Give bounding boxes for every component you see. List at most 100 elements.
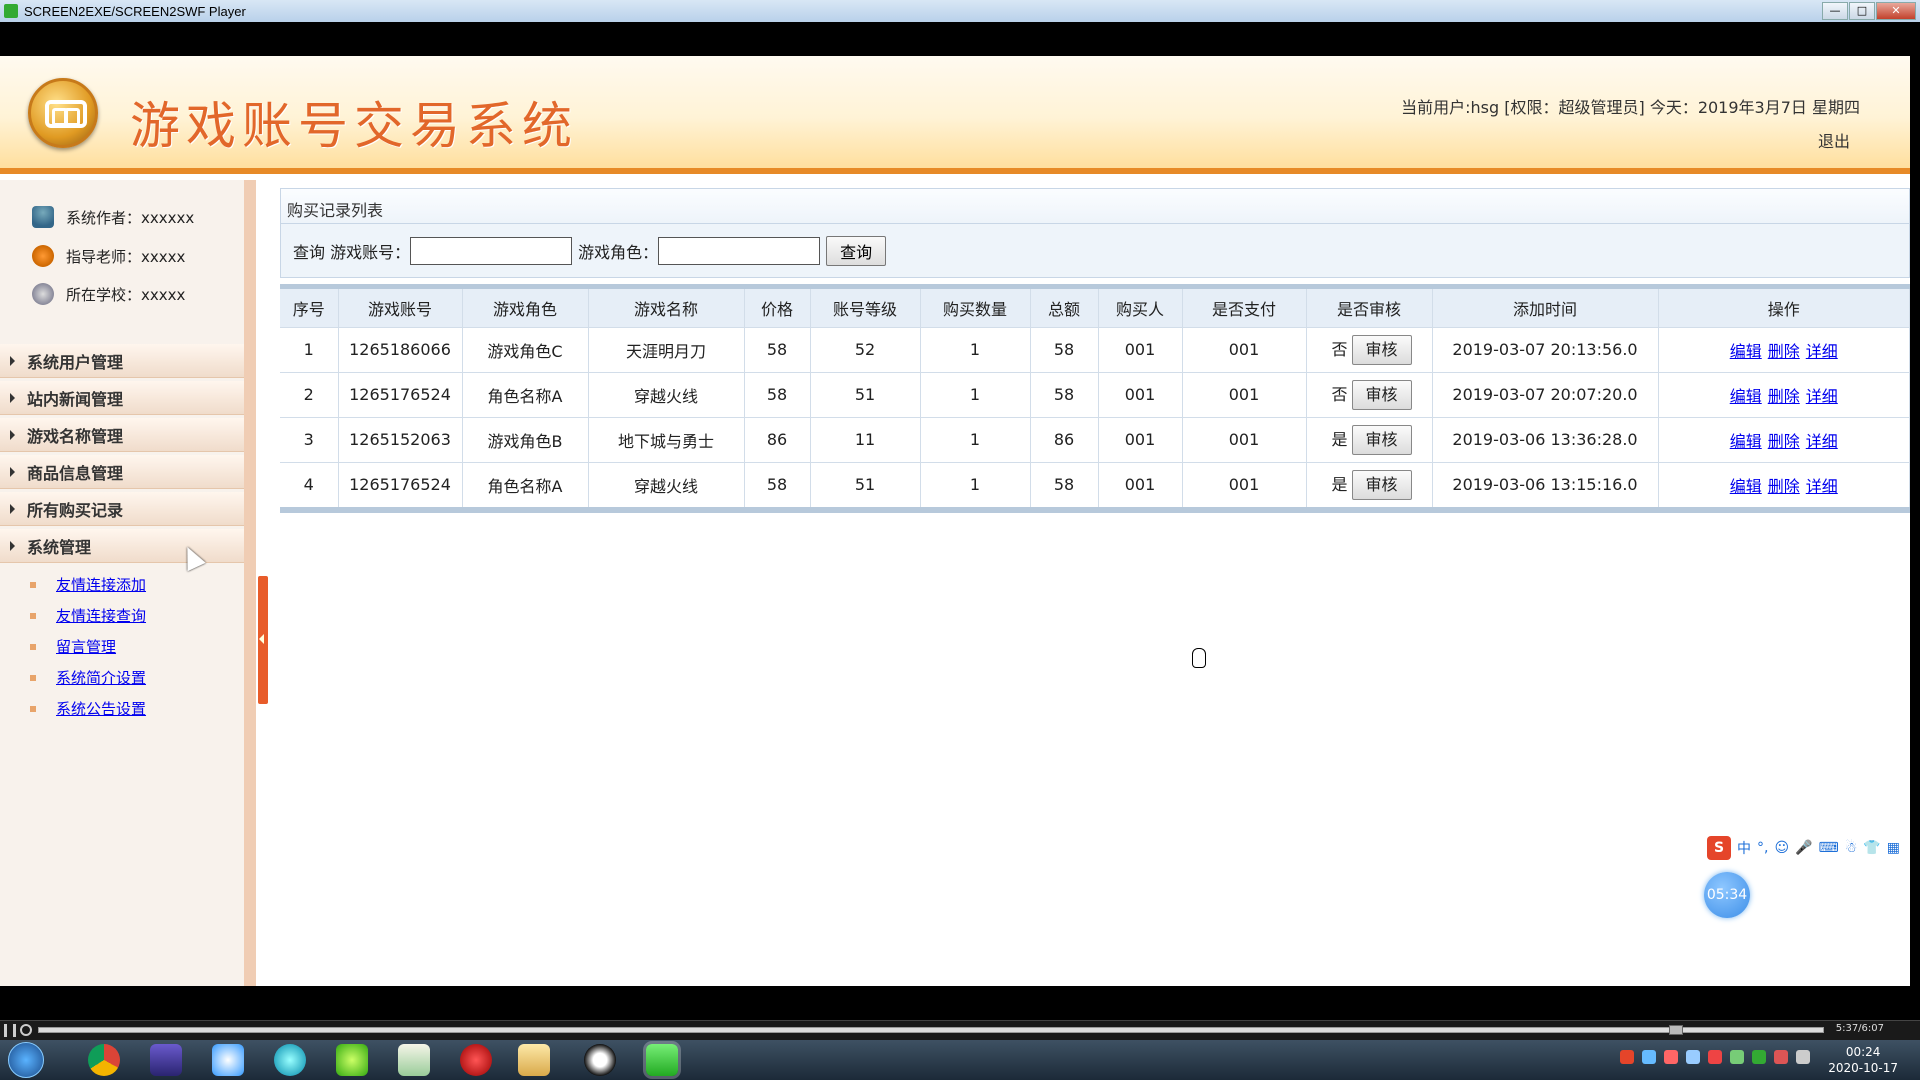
notepad-icon[interactable] (398, 1044, 430, 1076)
microphone-icon[interactable]: 🎤 (1795, 840, 1812, 856)
audit-status: 否 (1331, 384, 1348, 404)
detail-link[interactable]: 详细 (1806, 342, 1838, 361)
taskbar-clock[interactable]: 00:24 2020-10-17 (1828, 1044, 1898, 1076)
emoji-icon[interactable]: ☺ (1775, 840, 1790, 856)
pause-icon[interactable] (4, 1024, 16, 1037)
edit-link[interactable]: 编辑 (1730, 387, 1762, 406)
audit-button[interactable]: 审核 (1351, 334, 1412, 365)
keyboard-icon[interactable]: ⌨ (1819, 840, 1839, 856)
ime-toolbar[interactable]: S 中 °, ☺ 🎤 ⌨ ☃ 👕 ▦ (1707, 836, 1900, 860)
close-button[interactable]: ✕ (1876, 2, 1916, 20)
delete-link[interactable]: 删除 (1768, 342, 1800, 361)
table-row: 2 1265176524 角色名称A 穿越火线 58 51 1 58 001 0… (280, 371, 1910, 417)
edit-link[interactable]: 编辑 (1730, 432, 1762, 451)
skin-icon[interactable]: 👕 (1863, 840, 1880, 856)
web-page: 游戏账号交易系统 当前用户:hsg [权限：超级管理员] 今天：2019年3月7… (0, 56, 1910, 986)
start-button[interactable] (8, 1042, 44, 1078)
maximize-button[interactable]: □ (1849, 2, 1875, 20)
detail-link[interactable]: 详细 (1806, 432, 1838, 451)
menu-product-management[interactable]: 商品信息管理 (0, 455, 244, 489)
submenu-message-management[interactable]: 留言管理 (30, 636, 116, 657)
detail-link[interactable]: 详细 (1806, 477, 1838, 496)
sogou-tray-icon[interactable] (1620, 1050, 1634, 1064)
playback-progress-bar[interactable] (38, 1025, 1824, 1035)
row-operations: 编辑 删除 详细 (1658, 416, 1910, 462)
file-explorer-icon[interactable] (518, 1044, 550, 1076)
col-operations: 操作 (1658, 289, 1910, 327)
ime-mode-chinese[interactable]: 中 (1737, 838, 1751, 858)
delete-link[interactable]: 删除 (1768, 477, 1800, 496)
tray-icon[interactable] (1730, 1050, 1744, 1064)
sidebar-info-author: 系统作者：xxxxxx (32, 204, 194, 230)
sidebar-collapse-handle[interactable] (258, 576, 268, 704)
flash-icon[interactable] (460, 1044, 492, 1076)
search-button[interactable]: 查询 (826, 235, 887, 266)
playback-progress-knob[interactable] (1669, 1025, 1683, 1035)
delete-link[interactable]: 删除 (1768, 432, 1800, 451)
logout-link[interactable]: 退出 (1818, 128, 1850, 152)
menu-news-management[interactable]: 站内新闻管理 (0, 381, 244, 415)
audit-status: 是 (1331, 429, 1348, 449)
grid-menu-icon[interactable]: ▦ (1887, 840, 1900, 856)
shield-icon[interactable] (1686, 1050, 1700, 1064)
audit-button[interactable]: 审核 (1351, 379, 1412, 410)
audit-status: 是 (1331, 474, 1348, 494)
submenu-link-query[interactable]: 友情连接查询 (30, 605, 146, 626)
sogou-ime-icon[interactable]: S (1707, 836, 1732, 860)
menu-system-management[interactable]: 系统管理 (0, 529, 244, 563)
playback-time: 5:37/6:07 (1835, 1023, 1884, 1034)
edit-link[interactable]: 编辑 (1730, 342, 1762, 361)
table-header-row: 序号 游戏账号 游戏角色 游戏名称 价格 账号等级 购买数量 总额 购买人 是否… (280, 289, 1910, 327)
col-account-level: 账号等级 (810, 289, 921, 327)
row-operations: 编辑 删除 详细 (1658, 371, 1910, 417)
volume-icon[interactable] (1774, 1050, 1788, 1064)
triangle-right-icon (10, 503, 15, 514)
window-title: SCREEN2EXE/SCREEN2SWF Player (24, 3, 246, 19)
audit-button[interactable]: 审核 (1351, 424, 1412, 455)
audit-button[interactable]: 审核 (1351, 469, 1412, 500)
bullet-icon (30, 705, 36, 712)
recording-timer[interactable]: 05:34 (1704, 872, 1750, 918)
triangle-right-icon (10, 429, 15, 440)
table-row: 3 1265152063 游戏角色B 地下城与勇士 86 11 1 86 001… (280, 416, 1910, 462)
role-search-input[interactable] (658, 236, 821, 265)
tray-icon[interactable] (1708, 1050, 1722, 1064)
stop-icon[interactable] (20, 1024, 32, 1036)
col-added-time: 添加时间 (1432, 289, 1659, 327)
detail-link[interactable]: 详细 (1806, 387, 1838, 406)
col-index: 序号 (280, 289, 339, 327)
eclipse-icon[interactable] (150, 1044, 182, 1076)
leaf-app-icon[interactable] (336, 1044, 368, 1076)
current-user-info: 当前用户:hsg [权限：超级管理员] 今天：2019年3月7日 星期四 (1401, 98, 1860, 117)
punctuation-icon[interactable]: °, (1757, 840, 1768, 856)
user-icon[interactable]: ☃ (1845, 840, 1858, 856)
delete-link[interactable]: 删除 (1768, 387, 1800, 406)
menu-game-name-management[interactable]: 游戏名称管理 (0, 418, 244, 452)
edit-link[interactable]: 编辑 (1730, 477, 1762, 496)
col-quantity: 购买数量 (920, 289, 1031, 327)
qq-icon[interactable] (584, 1044, 616, 1076)
network-app-icon[interactable] (212, 1044, 244, 1076)
bullet-icon (30, 674, 36, 681)
table-row: 4 1265176524 角色名称A 穿越火线 58 51 1 58 001 0… (280, 461, 1910, 507)
tray-icon[interactable] (1664, 1050, 1678, 1064)
submenu-link-add[interactable]: 友情连接添加 (30, 574, 146, 595)
window-titlebar: SCREEN2EXE/SCREEN2SWF Player — □ ✕ (0, 0, 1920, 22)
bullet-icon (30, 581, 36, 588)
menu-purchase-records[interactable]: 所有购买记录 (0, 492, 244, 526)
minimize-button[interactable]: — (1822, 2, 1848, 20)
screen2exe-player-icon[interactable] (646, 1044, 678, 1076)
account-search-input[interactable] (410, 236, 573, 265)
search-bar: 查询 游戏账号： 游戏角色： 查询 (280, 224, 1910, 278)
triangle-right-icon (10, 466, 15, 477)
tray-icon[interactable] (1752, 1050, 1766, 1064)
tray-icon[interactable] (1642, 1050, 1656, 1064)
menu-user-management[interactable]: 系统用户管理 (0, 344, 244, 378)
chrome-icon[interactable] (88, 1044, 120, 1076)
submenu-intro-settings[interactable]: 系统简介设置 (30, 667, 146, 688)
audit-status: 否 (1331, 339, 1348, 359)
submenu-notice-settings[interactable]: 系统公告设置 (30, 698, 146, 719)
network-icon[interactable] (1796, 1050, 1810, 1064)
browser-icon[interactable] (274, 1044, 306, 1076)
row-operations: 编辑 删除 详细 (1658, 326, 1910, 372)
